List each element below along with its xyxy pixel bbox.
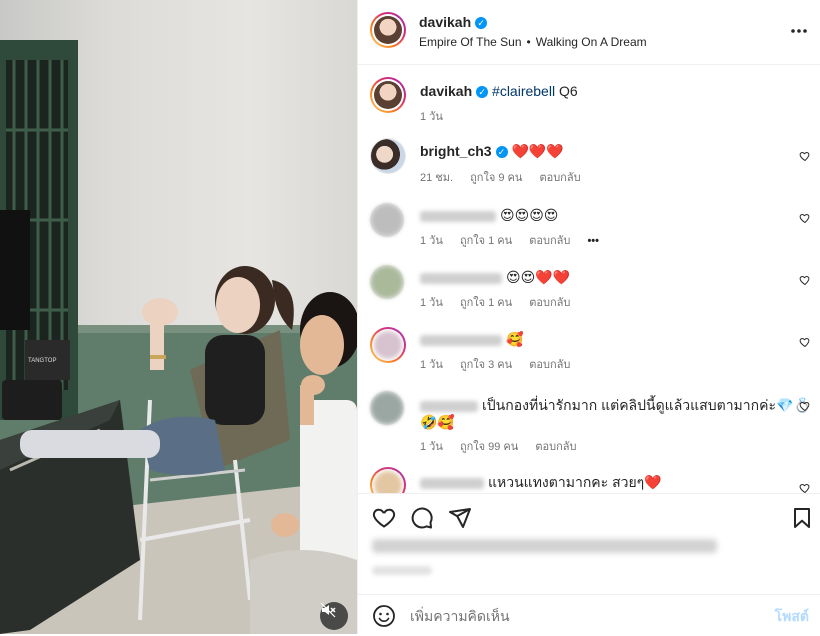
comment-text: ❤️❤️❤️ (511, 143, 564, 159)
comment-avatar[interactable] (370, 327, 406, 363)
speaker-muted-icon (320, 602, 336, 618)
audio-line[interactable]: Empire Of The Sun • Walking On A Dream (419, 35, 647, 49)
comment-like-heart-icon[interactable] (799, 482, 811, 493)
comment-like-heart-icon[interactable] (799, 150, 811, 162)
comment-item: เป็นกองที่น่ารักมาก แต่คลิปนี้ดูแล้วแสบต… (358, 390, 820, 453)
comment-author-blurred[interactable] (420, 272, 502, 284)
comment-input[interactable] (408, 604, 742, 628)
comments-list[interactable]: davikah ✓ #clairebell Q6 1 วัน bright_ch3… (358, 65, 820, 493)
reply-button[interactable]: ตอบกลับ (539, 172, 580, 184)
comment-like-heart-icon[interactable] (799, 336, 811, 348)
comment-likes[interactable]: ถูกใจ 9 คน (470, 172, 522, 184)
comment-avatar[interactable] (370, 391, 404, 425)
comment-avatar[interactable] (370, 467, 406, 493)
reply-button[interactable]: ตอบกลับ (535, 441, 576, 453)
caption-time[interactable]: 1 วัน (420, 111, 443, 123)
verified-badge-icon: ✓ (495, 146, 508, 158)
more-horizontal-icon (791, 29, 807, 33)
comment-item: 😍😍😍😍 1 วัน ถูกใจ 1 คน ตอบกลับ ••• (358, 202, 820, 252)
verified-badge-icon: ✓ (476, 86, 489, 98)
reply-button[interactable]: ตอบกลับ (529, 297, 570, 309)
comment-avatar[interactable] (370, 265, 404, 299)
post-panel: davikah ✓ Empire Of The Sun • Walking On A … (357, 0, 820, 634)
chair-brand-text: TANGTOP (28, 358, 56, 364)
caption-hashtag[interactable]: #clairebell (492, 83, 555, 99)
post-media[interactable]: TANGTOP (0, 0, 357, 634)
comment-like-heart-icon[interactable] (799, 212, 811, 224)
audio-separator: • (526, 35, 531, 49)
comment-author-blurred[interactable] (420, 334, 502, 346)
post-comment-button[interactable]: โพสต์ (775, 606, 809, 628)
audio-artist[interactable]: Empire Of The Sun (419, 35, 522, 49)
comment-item: bright_ch3 ✓ ❤️❤️❤️ 21 ชม. ถูกใจ 9 คน ตอบ… (358, 138, 820, 188)
comment-item: 🥰 1 วัน ถูกใจ 3 คน ตอบกลับ (358, 326, 820, 376)
comment-likes[interactable]: ถูกใจ 1 คน (460, 235, 512, 247)
comment-author[interactable]: bright_ch3 (420, 143, 492, 159)
comment-text-continued: 🤣🥰 (420, 414, 455, 430)
comment-text: 😍😍😍😍 (500, 207, 559, 223)
comment-time[interactable]: 1 วัน (420, 297, 443, 309)
post-footer: โพสต์ (358, 493, 820, 635)
reply-button[interactable]: ตอบกลับ (529, 359, 570, 371)
more-options-button[interactable] (789, 21, 809, 47)
verified-badge-icon: ✓ (475, 17, 488, 29)
comment-likes[interactable]: ถูกใจ 1 คน (460, 297, 512, 309)
comment-likes[interactable]: ถูกใจ 3 คน (460, 359, 512, 371)
caption-avatar[interactable] (370, 77, 406, 113)
likes-summary-blurred[interactable] (372, 539, 717, 553)
comment-like-heart-icon[interactable] (799, 274, 811, 286)
author-username[interactable]: davikah (419, 14, 471, 30)
add-comment-bar: โพสต์ (358, 594, 820, 636)
audio-track[interactable]: Walking On A Dream (536, 35, 647, 49)
caption: davikah ✓ #clairebell Q6 1 วัน (358, 77, 820, 127)
author-avatar[interactable] (370, 12, 406, 48)
comment-time[interactable]: 21 ชม. (420, 172, 453, 184)
reply-button[interactable]: ตอบกลับ (529, 235, 570, 247)
comment-item: 😍😍❤️❤️ 1 วัน ถูกใจ 1 คน ตอบกลับ (358, 264, 820, 314)
comment-time[interactable]: 1 วัน (420, 235, 443, 247)
comment-text: 🥰 (506, 331, 524, 347)
comment-author-blurred[interactable] (420, 477, 484, 489)
comment-options-button[interactable]: ••• (587, 235, 599, 247)
bookmark-icon[interactable] (790, 506, 814, 530)
mute-button[interactable] (320, 602, 348, 630)
post-date-blurred[interactable] (372, 566, 432, 575)
caption-author[interactable]: davikah (420, 83, 472, 99)
comment-author-blurred[interactable] (420, 210, 496, 222)
author-line: davikah ✓ (419, 14, 488, 32)
comment-likes[interactable]: ถูกใจ 99 คน (460, 441, 518, 453)
comment-icon[interactable] (410, 506, 434, 530)
comment-avatar[interactable] (370, 203, 404, 237)
video-frame: TANGTOP (0, 40, 357, 634)
emoji-icon[interactable] (372, 604, 396, 628)
comment-author-blurred[interactable] (420, 400, 478, 412)
comment-time[interactable]: 1 วัน (420, 441, 443, 453)
comment-like-heart-icon[interactable] (799, 400, 811, 412)
comment-text: เป็นกองที่น่ารักมาก แต่คลิปนี้ดูแล้วแสบต… (482, 397, 811, 413)
comment-text: 😍😍❤️❤️ (506, 269, 571, 285)
comment-avatar[interactable] (370, 138, 406, 174)
comment-item: แหวนแทงตามากคะ สวยๆ❤️ (358, 467, 820, 493)
comment-time[interactable]: 1 วัน (420, 359, 443, 371)
heart-icon[interactable] (372, 506, 396, 530)
post-header: davikah ✓ Empire Of The Sun • Walking On A … (358, 0, 820, 65)
share-icon[interactable] (448, 506, 472, 530)
caption-text: Q6 (558, 83, 578, 99)
comment-text: แหวนแทงตามากคะ สวยๆ❤️ (488, 474, 662, 490)
